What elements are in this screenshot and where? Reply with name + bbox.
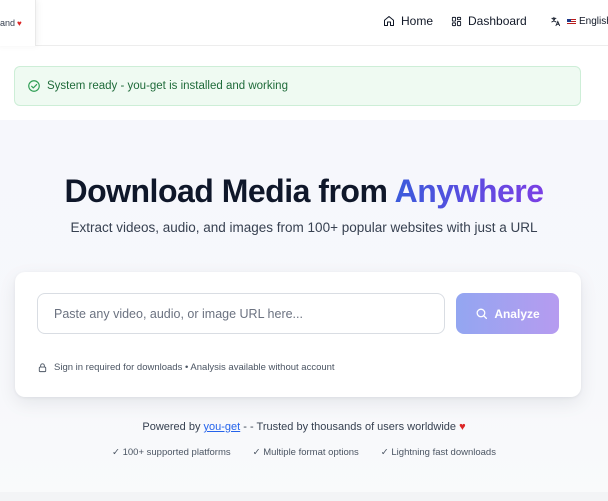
- powered-suffix: - - Trusted by thousands of users worldw…: [240, 421, 460, 433]
- us-flag-icon: [567, 18, 576, 25]
- url-input[interactable]: [37, 293, 445, 334]
- lock-icon: [38, 363, 47, 373]
- home-icon: [384, 16, 394, 26]
- dashboard-icon: [451, 16, 462, 26]
- feature-item: ✓ Multiple format options: [252, 447, 359, 458]
- bottom-strip: [0, 492, 608, 501]
- nav-left-fragment: and ♥: [0, 0, 36, 46]
- language-selector[interactable]: English: [550, 16, 608, 27]
- nav-left-fragment-text: and: [0, 18, 16, 28]
- language-label: English: [579, 16, 608, 27]
- page-title: Download Media from Anywhere: [0, 173, 608, 210]
- system-status-alert: System ready - you-get is installed and …: [14, 66, 581, 106]
- top-navbar: and ♥ Home Dashboard English: [0, 0, 608, 46]
- page-title-accent: Anywhere: [394, 173, 544, 209]
- analyze-button-label: Analyze: [494, 306, 540, 321]
- page-subtitle: Extract videos, audio, and images from 1…: [70, 220, 538, 235]
- page-title-main: Download Media from: [64, 173, 395, 209]
- heart-icon: ♥: [17, 18, 22, 28]
- system-status-message: System ready - you-get is installed and …: [47, 80, 288, 92]
- feature-item: ✓ Lightning fast downloads: [380, 447, 496, 458]
- nav-dashboard-label: Dashboard: [468, 14, 527, 28]
- analyze-button[interactable]: Analyze: [456, 293, 559, 334]
- powered-prefix: Powered by: [142, 421, 204, 433]
- nav-home-label: Home: [401, 14, 434, 28]
- nav-home-link[interactable]: Home: [383, 14, 433, 28]
- heart-icon: ♥: [459, 421, 466, 433]
- search-icon: [476, 308, 488, 320]
- feature-item: ✓ 100+ supported platforms: [112, 447, 231, 458]
- translate-icon: [551, 16, 561, 27]
- check-circle-icon: [28, 80, 40, 92]
- signin-note: Sign in required for downloads • Analysi…: [37, 362, 335, 373]
- feature-list: ✓ 100+ supported platforms ✓ Multiple fo…: [0, 447, 608, 458]
- url-card: Analyze Sign in required for downloads •…: [15, 272, 581, 397]
- powered-by-line: Powered by you-get - - Trusted by thousa…: [0, 421, 608, 433]
- nav-dashboard-link[interactable]: Dashboard: [451, 14, 527, 28]
- signin-note-text: Sign in required for downloads • Analysi…: [54, 362, 335, 373]
- you-get-link[interactable]: you-get: [204, 421, 241, 433]
